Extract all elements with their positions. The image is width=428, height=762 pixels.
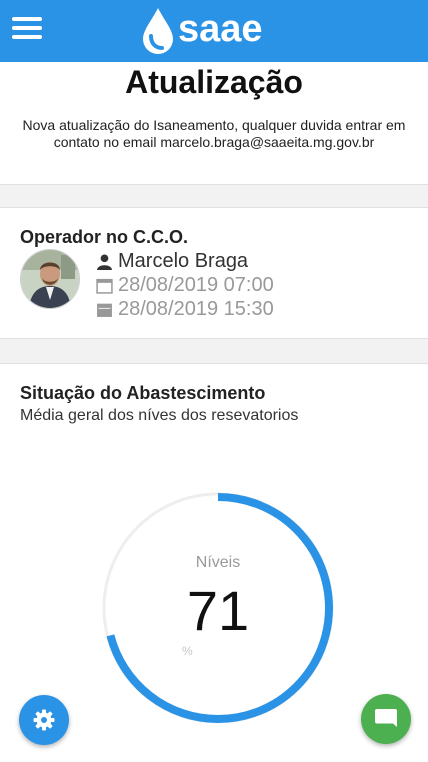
app-logo: saae xyxy=(140,6,290,56)
menu-button[interactable] xyxy=(12,17,42,43)
chat-bubble-icon xyxy=(375,709,397,727)
shift-end: 28/08/2019 15:30 xyxy=(118,298,274,320)
supply-subtitle: Média geral dos níves dos resevatorios xyxy=(20,407,299,424)
user-icon xyxy=(97,254,112,270)
calendar-empty-icon xyxy=(96,278,113,294)
banner-text: Nova atualização do Isaneamento, qualque… xyxy=(22,117,406,150)
top-app-bar: saae xyxy=(0,0,428,62)
logo-text: saae xyxy=(178,8,263,50)
hamburger-menu-icon xyxy=(12,17,42,21)
operator-title: Operador no C.C.O. xyxy=(20,227,189,247)
gauge-value: 71 xyxy=(186,579,250,642)
chat-button[interactable] xyxy=(361,694,411,744)
banner-title: Atualização xyxy=(125,64,303,100)
settings-button[interactable] xyxy=(19,695,69,745)
operator-card: Operador no C.C.O. Marcelo Braga 28/08/2… xyxy=(0,207,428,339)
update-banner[interactable]: Atualização Nova atualização do Isaneame… xyxy=(0,62,428,227)
supply-title: Situação do Abastescimento xyxy=(20,383,266,403)
gear-icon xyxy=(33,709,55,731)
gauge-unit: % xyxy=(182,644,193,658)
avatar xyxy=(20,249,80,309)
water-drop-icon xyxy=(143,8,173,54)
shift-start: 28/08/2019 07:00 xyxy=(118,274,274,296)
gauge-label: Níveis xyxy=(195,554,241,571)
calendar-icon xyxy=(97,303,112,317)
supply-card: Situação do Abastescimento Média geral d… xyxy=(0,363,428,762)
operator-name: Marcelo Braga xyxy=(118,250,249,272)
